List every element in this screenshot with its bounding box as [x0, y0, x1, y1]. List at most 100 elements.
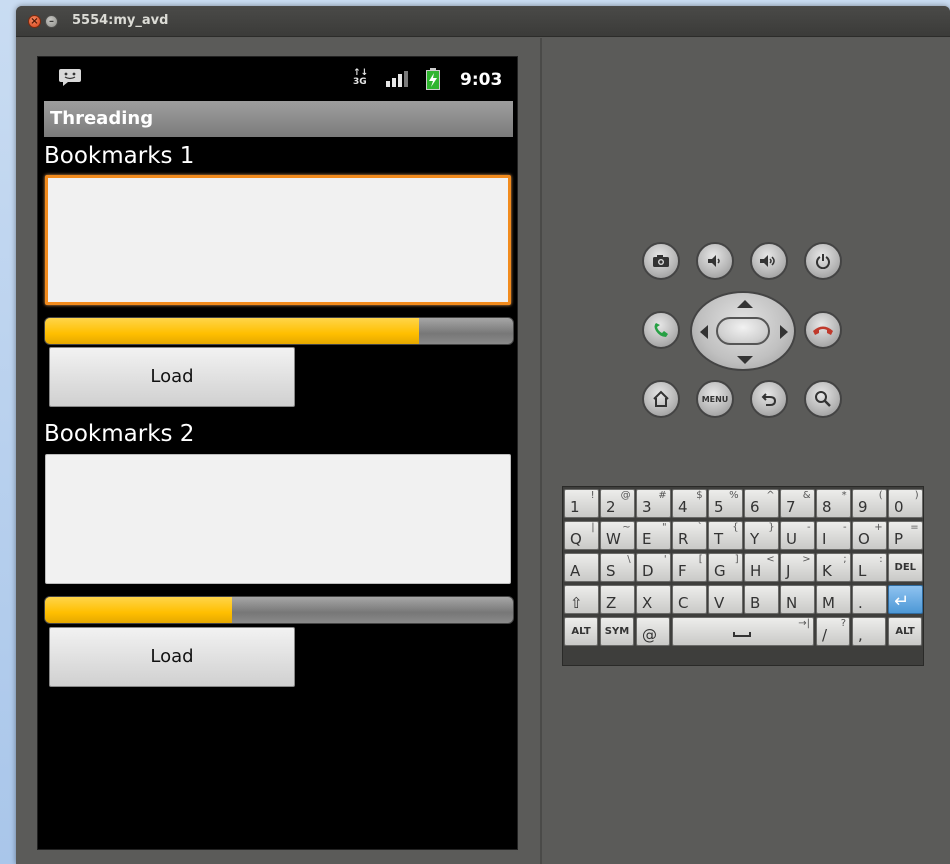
end-call-button[interactable]: [804, 311, 842, 349]
key-3[interactable]: 3 #: [636, 489, 671, 518]
key-label: .: [858, 594, 863, 612]
key-b[interactable]: B: [744, 585, 779, 614]
home-icon: [653, 390, 669, 407]
key-j[interactable]: J >: [780, 553, 815, 582]
key-sym[interactable]: SYM: [600, 617, 634, 646]
key-space[interactable]: →|: [672, 617, 814, 646]
key-symbol[interactable]: /?: [816, 617, 850, 646]
key-alt-label: <: [766, 554, 775, 565]
bookmarks-2-textbox[interactable]: [45, 454, 511, 584]
window-title: 5554:my_avd: [72, 13, 169, 28]
volume-down-button[interactable]: [696, 242, 734, 280]
home-button[interactable]: [642, 380, 680, 418]
bookmarks-2-progress-bar: [44, 596, 514, 624]
key-s[interactable]: S \: [600, 553, 635, 582]
key-alt-label: :: [879, 554, 883, 565]
key-4[interactable]: 4 $: [672, 489, 707, 518]
menu-label: MENU: [701, 394, 729, 404]
key-label: 2: [606, 498, 616, 516]
power-button[interactable]: [804, 242, 842, 280]
key-label: 8: [822, 498, 832, 516]
window-minimize-button[interactable]: –: [45, 15, 58, 28]
key-g[interactable]: G]: [708, 553, 743, 582]
network-type-indicator: ↑↓ 3G: [353, 69, 368, 87]
key-alt-label: ?: [840, 618, 846, 629]
key-1[interactable]: 1!: [564, 489, 599, 518]
bookmarks-1-textbox[interactable]: [45, 175, 511, 305]
key-5[interactable]: 5%: [708, 489, 743, 518]
key-c[interactable]: C: [672, 585, 707, 614]
key-p[interactable]: P =: [888, 521, 923, 550]
status-bar: ↑↓ 3G 9:03: [38, 57, 517, 98]
key-label: DEL: [894, 562, 917, 573]
key-symbol[interactable]: ,: [852, 617, 886, 646]
dpad-left-icon[interactable]: [700, 325, 708, 339]
key-label: E: [642, 530, 652, 548]
key-label: G: [714, 562, 726, 580]
key-u[interactable]: U-: [780, 521, 815, 550]
volume-up-button[interactable]: [750, 242, 788, 280]
key-alt[interactable]: ALT: [564, 617, 598, 646]
volume-down-icon: [708, 255, 720, 267]
key-label: 0: [894, 498, 904, 516]
bookmarks-1-label: Bookmarks 1: [44, 143, 195, 169]
key-o[interactable]: O +: [852, 521, 887, 550]
key-v[interactable]: V: [708, 585, 743, 614]
key-6[interactable]: 6 ^: [744, 489, 779, 518]
key-[interactable]: .: [852, 585, 887, 614]
search-button[interactable]: [804, 380, 842, 418]
bookmarks-1-load-button[interactable]: Load: [49, 347, 295, 407]
key-del[interactable]: DEL: [888, 553, 923, 582]
key-y[interactable]: Y}: [744, 521, 779, 550]
key-label: M: [822, 594, 835, 612]
key-8[interactable]: 8 *: [816, 489, 851, 518]
key-l[interactable]: L:: [852, 553, 887, 582]
key-w[interactable]: W ~: [600, 521, 635, 550]
back-button[interactable]: [750, 380, 788, 418]
key-alt-label: [: [698, 554, 703, 565]
bookmarks-2-load-button[interactable]: Load: [49, 627, 295, 687]
key-r[interactable]: R `: [672, 521, 707, 550]
key-alt-label: {: [732, 522, 739, 533]
key-f[interactable]: F[: [672, 553, 707, 582]
key-k[interactable]: K;: [816, 553, 851, 582]
key-alt-label: ;: [843, 554, 847, 565]
key-[interactable]: ⇧: [564, 585, 599, 614]
dpad-center-button[interactable]: [716, 317, 770, 345]
bookmarks-2-label: Bookmarks 2: [44, 421, 195, 447]
call-button[interactable]: [642, 311, 680, 349]
window-close-button[interactable]: ×: [28, 15, 41, 28]
key-label: S: [606, 562, 616, 580]
key-0[interactable]: 0): [888, 489, 923, 518]
dpad-up-icon[interactable]: [737, 300, 753, 308]
dpad-right-icon[interactable]: [780, 325, 788, 339]
key-i[interactable]: I-: [816, 521, 851, 550]
camera-button[interactable]: [642, 242, 680, 280]
key-a[interactable]: A: [564, 553, 599, 582]
key-label: 3: [642, 498, 652, 516]
dpad[interactable]: [690, 291, 796, 371]
key-d[interactable]: D ': [636, 553, 671, 582]
key-2[interactable]: 2 @: [600, 489, 635, 518]
key-t[interactable]: T{: [708, 521, 743, 550]
key-7[interactable]: 7 &: [780, 489, 815, 518]
key-e[interactable]: E ": [636, 521, 671, 550]
key-alt-label: }: [768, 522, 775, 533]
key-x[interactable]: X: [636, 585, 671, 614]
key-label: A: [570, 562, 581, 580]
key-m[interactable]: M: [816, 585, 851, 614]
key-alt-label: -: [806, 522, 811, 533]
menu-button[interactable]: MENU: [696, 380, 734, 418]
key-q[interactable]: Q |: [564, 521, 599, 550]
key-n[interactable]: N: [780, 585, 815, 614]
key-alt-label: `: [697, 522, 703, 533]
bookmarks-1-progress-fill: [45, 318, 420, 344]
key-alt-label: \: [627, 554, 631, 565]
dpad-down-icon[interactable]: [737, 356, 753, 364]
key-symbol[interactable]: @: [636, 617, 670, 646]
key-[interactable]: ↵: [888, 585, 923, 614]
key-9[interactable]: 9(: [852, 489, 887, 518]
key-h[interactable]: H <: [744, 553, 779, 582]
key-z[interactable]: Z: [600, 585, 635, 614]
key-alt-right[interactable]: ALT: [888, 617, 922, 646]
